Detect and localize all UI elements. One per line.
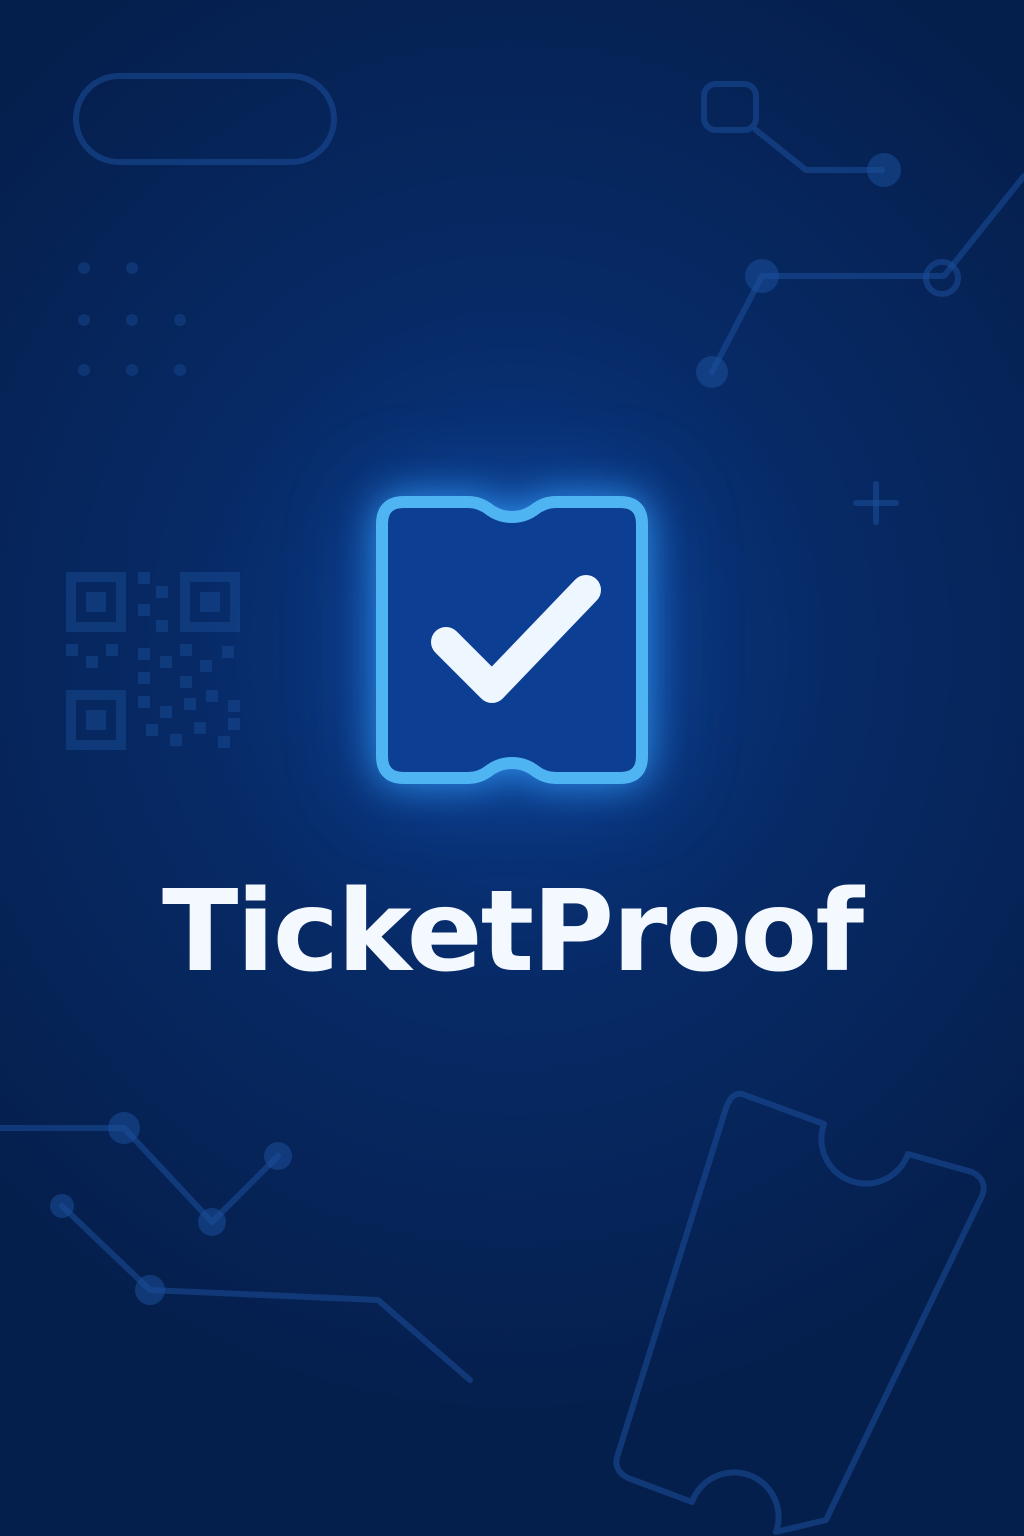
app-title: TicketProof xyxy=(161,867,864,997)
ticket-outline xyxy=(613,1090,987,1535)
dot-grid xyxy=(78,262,186,376)
network-nodes-top xyxy=(701,81,1024,375)
ticket-outline-icon xyxy=(376,496,648,784)
pill-shape xyxy=(73,73,337,165)
ticket-check-icon xyxy=(376,496,648,784)
network-nodes-bottom xyxy=(0,1125,473,1383)
plus-sign xyxy=(853,481,899,525)
qr-code-icon xyxy=(66,572,240,750)
